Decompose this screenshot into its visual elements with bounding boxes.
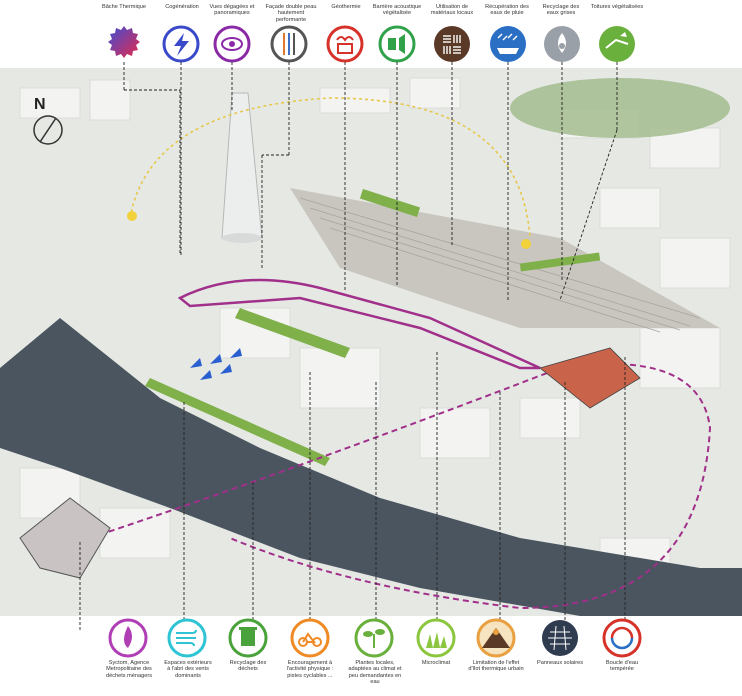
bicycle-icon <box>290 618 330 658</box>
label-boucle: Boucle d'eau tempérée <box>605 660 639 673</box>
label-microclimat: Microclimat <box>421 660 451 666</box>
green-roof-icon <box>599 26 635 62</box>
label-recyclage: Recyclage des déchets <box>229 660 267 673</box>
lightning-icon <box>162 25 200 63</box>
double-facade-icon <box>270 25 308 63</box>
label-vents: Espaces extérieurs à l'abri des vents do… <box>164 660 212 679</box>
geothermal-icon <box>326 25 364 63</box>
solar-panel-icon <box>542 620 578 656</box>
label-ilot: Limitation de l'effet d'îlot thermique u… <box>468 660 524 673</box>
plant-icon <box>354 618 394 658</box>
heat-island-icon <box>476 618 516 658</box>
sun-marker-icon <box>127 211 137 221</box>
incinerator-flame-icon <box>108 618 148 658</box>
water-loop-icon <box>602 618 642 658</box>
bottom-icons-strip <box>108 618 642 658</box>
greywater-icon <box>544 26 580 62</box>
label-syctom: Syctom, Agence Metropolitaine des déchet… <box>105 660 153 679</box>
label-activite: Encouragement à l'activité physique : pi… <box>286 660 334 679</box>
local-materials-icon <box>434 26 470 62</box>
top-icons-strip <box>108 25 635 63</box>
thermal-tarp-icon <box>108 26 140 58</box>
site-map <box>0 68 742 616</box>
north-label: N <box>34 96 46 113</box>
recycle-bin-icon <box>228 618 268 658</box>
eye-icon <box>213 25 251 63</box>
label-plantes: Plantes locales, adaptées au climat et p… <box>348 660 402 686</box>
acoustic-barrier-icon <box>378 25 416 63</box>
wind-icon <box>167 618 207 658</box>
sun-marker-icon <box>521 239 531 249</box>
rainwater-icon <box>490 26 526 62</box>
label-solaire: Panneaux solaires <box>536 660 584 666</box>
microclimate-grass-icon <box>416 618 456 658</box>
